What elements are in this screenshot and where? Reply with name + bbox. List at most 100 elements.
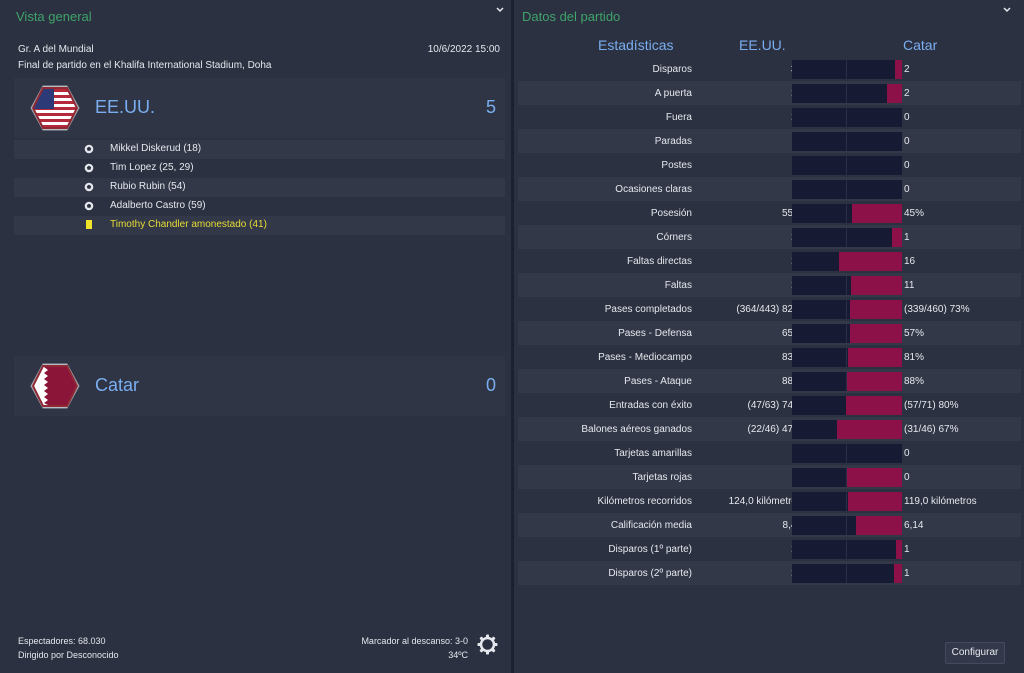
- stat-away-bar: [896, 540, 902, 559]
- stat-away-value: 0: [904, 136, 910, 147]
- stat-comparison-bar: [792, 252, 902, 271]
- stat-comparison-bar: [792, 180, 902, 199]
- stat-comparison-bar: [792, 444, 902, 463]
- match-stats-panel: Datos del partido Estadísticas EE.UU. Ca…: [514, 0, 1024, 673]
- stat-row: Pases completados (364/443) 82% (339/460) …: [518, 297, 1021, 321]
- referee-label: Dirigido por Desconocido: [18, 650, 119, 660]
- stat-away-value: 57%: [904, 328, 925, 339]
- chevron-down-icon[interactable]: [1000, 4, 1014, 18]
- bar-center-line: [846, 348, 847, 367]
- stat-away-bar: [852, 204, 902, 223]
- stat-label: Pases completados: [604, 304, 692, 315]
- home-team-name[interactable]: EE.UU.: [95, 97, 155, 118]
- stat-comparison-bar: [792, 132, 902, 151]
- bar-center-line: [846, 132, 847, 151]
- bar-center-line: [846, 300, 847, 319]
- overview-title: Vista general: [16, 9, 92, 24]
- stat-label: Pases - Mediocampo: [598, 352, 692, 363]
- stat-away-value: 88%: [904, 376, 925, 387]
- stat-comparison-bar: [792, 516, 902, 535]
- booking-text[interactable]: Timothy Chandler amonestado (41): [110, 219, 267, 230]
- stat-row: A puerta122: [518, 81, 1021, 105]
- stat-away-value: 16: [904, 256, 916, 267]
- stat-row: Postes20: [518, 153, 1021, 177]
- stat-away-value: 1: [904, 232, 910, 243]
- stat-comparison-bar: [792, 300, 902, 319]
- stat-label: Disparos (2º parte): [608, 568, 692, 579]
- stat-comparison-bar: [792, 156, 902, 175]
- stat-row: Paradas70: [518, 129, 1021, 153]
- configure-button[interactable]: Configurar: [945, 642, 1005, 664]
- stat-label: Tarjetas amarillas: [614, 448, 692, 459]
- stat-away-value: 0: [904, 112, 910, 123]
- bar-center-line: [846, 156, 847, 175]
- stat-away-bar: [887, 84, 902, 103]
- home-column-header: EE.UU.: [739, 37, 786, 53]
- stat-away-bar: [847, 372, 902, 391]
- qatar-flag-badge: [30, 362, 80, 410]
- stat-away-bar: [848, 348, 902, 367]
- goal-scorer-text[interactable]: Adalberto Castro (59): [110, 200, 206, 211]
- stats-column-header: Estadísticas: [598, 37, 674, 53]
- stat-away-value: 1: [904, 544, 910, 555]
- stat-away-bar: [850, 300, 902, 319]
- stat-away-bar: [850, 324, 902, 343]
- match-date: 10/6/2022 15:00: [427, 44, 500, 55]
- halftime-score-label: Marcador al descanso: 3-0: [361, 636, 468, 646]
- stat-away-value: 0: [904, 184, 910, 195]
- stat-away-bar: [894, 564, 902, 583]
- away-team-score: 0: [485, 375, 496, 395]
- bar-center-line: [846, 516, 847, 535]
- bar-center-line: [846, 204, 847, 223]
- stat-comparison-bar: [792, 60, 902, 79]
- stat-comparison-bar: [792, 228, 902, 247]
- stat-row: Pases - Defensa65%57%: [518, 321, 1021, 345]
- stat-away-value: (31/46) 67%: [904, 424, 959, 435]
- football-icon: [84, 163, 94, 173]
- stat-comparison-bar: [792, 564, 902, 583]
- stat-row: Disparos (1º parte)181: [518, 537, 1021, 561]
- stat-row: Tarjetas amarillas10: [518, 441, 1021, 465]
- venue-label: Final de partido en el Khalifa Internati…: [18, 60, 272, 71]
- bar-center-line: [846, 276, 847, 295]
- goal-scorer-text[interactable]: Rubio Rubin (54): [110, 181, 186, 192]
- stat-comparison-bar: [792, 204, 902, 223]
- stat-away-value: 11: [904, 280, 915, 291]
- stat-row: Disparos312: [518, 57, 1021, 81]
- bar-center-line: [846, 564, 847, 583]
- match-stats-title: Datos del partido: [522, 9, 621, 24]
- stat-row: Pases - Ataque88%88%: [518, 369, 1021, 393]
- stat-label: Fuera: [665, 112, 692, 123]
- stat-label: Faltas directas: [626, 256, 692, 267]
- home-team-block: EE.UU. 5: [14, 78, 505, 138]
- gear-icon[interactable]: [477, 634, 498, 655]
- stat-row: Córners101: [518, 225, 1021, 249]
- stat-row: Faltas1311: [518, 273, 1021, 297]
- stat-row: Fuera120: [518, 105, 1021, 129]
- home-team-score: 5: [485, 97, 496, 117]
- stat-label: A puerta: [654, 88, 692, 99]
- stat-comparison-bar: [792, 540, 902, 559]
- stat-away-value: 1: [904, 568, 910, 579]
- football-icon: [84, 144, 94, 154]
- yellow-card-icon: [86, 220, 92, 229]
- stat-comparison-bar: [792, 372, 902, 391]
- stat-comparison-bar: [792, 396, 902, 415]
- goal-scorer-text[interactable]: Tim Lopez (25, 29): [110, 162, 194, 173]
- stat-row: Posesión55%45%: [518, 201, 1021, 225]
- bar-center-line: [846, 444, 847, 463]
- bar-center-line: [846, 108, 847, 127]
- bar-center-line: [846, 228, 847, 247]
- stat-away-bar: [851, 276, 902, 295]
- stat-label: Calificación media: [610, 520, 692, 531]
- stat-away-value: (339/460) 73%: [904, 304, 970, 315]
- away-team-name[interactable]: Catar: [95, 375, 139, 396]
- chevron-down-icon[interactable]: [493, 4, 507, 18]
- stat-label: Faltas: [664, 280, 692, 291]
- stat-away-value: 119,0 kilómetros: [904, 496, 977, 507]
- goal-scorer-text[interactable]: Mikkel Diskerud (18): [110, 143, 201, 154]
- stat-home-value: 124,0 kilómetros: [728, 496, 802, 507]
- stat-away-value: 45%: [904, 208, 925, 219]
- stat-label: Pases - Defensa: [618, 328, 692, 339]
- stat-away-bar: [895, 60, 902, 79]
